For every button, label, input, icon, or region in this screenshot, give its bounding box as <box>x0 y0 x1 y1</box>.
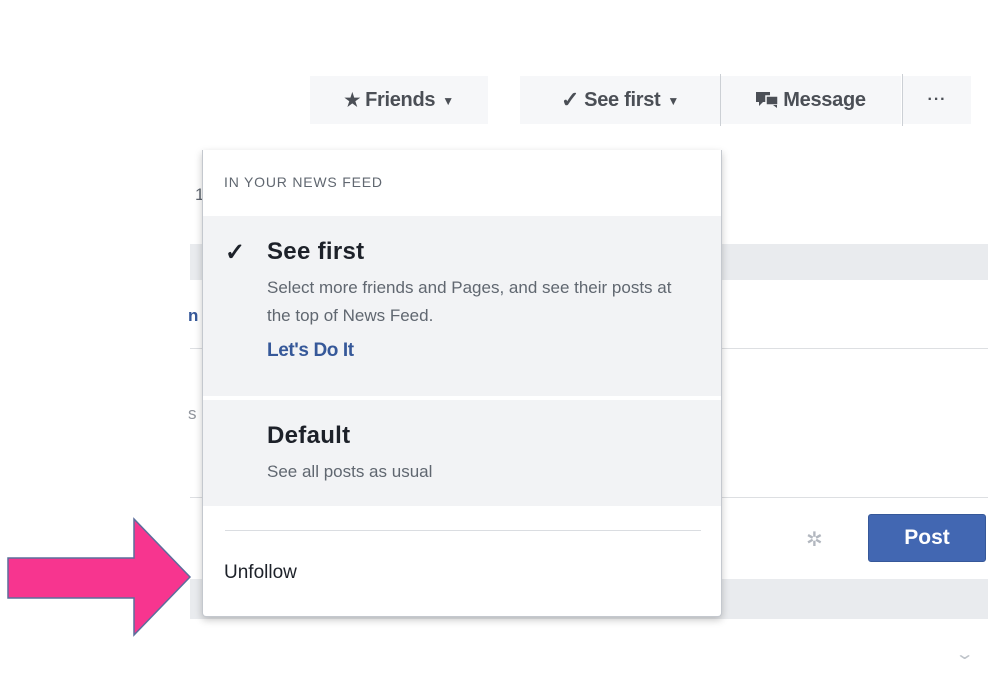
check-icon: ✓ <box>225 239 246 266</box>
news-feed-dropdown: IN YOUR NEWS FEED ✓ See first Select mor… <box>202 150 722 617</box>
check-icon: ✓ <box>561 87 580 112</box>
screenshot-canvas: 1 n s ★ Friends ▼ ✓ See first ▼ Message … <box>0 0 988 680</box>
option-see-first[interactable]: ✓ See first Select more friends and Page… <box>203 216 721 396</box>
post-button[interactable]: Post <box>868 514 986 562</box>
more-icon: ··· <box>927 91 947 108</box>
chat-icon <box>756 92 779 108</box>
background-link-fragment: n <box>188 306 199 325</box>
unfollow-item[interactable]: Unfollow <box>224 562 297 584</box>
see-first-button-label: See first <box>584 88 661 111</box>
option-see-first-title: See first <box>267 238 365 265</box>
option-default-title: Default <box>267 422 351 449</box>
caret-down-icon: ▼ <box>442 94 454 108</box>
see-first-button[interactable]: ✓ See first ▼ <box>520 76 720 124</box>
gear-icon[interactable]: ✲ <box>806 527 823 552</box>
caret-down-icon: ▼ <box>667 94 679 108</box>
post-button-label: Post <box>904 526 950 549</box>
lets-do-it-link[interactable]: Let's Do It <box>267 340 354 362</box>
chevron-down-icon[interactable]: ⌄ <box>955 644 975 664</box>
dropdown-separator <box>225 530 701 531</box>
friends-button-label: Friends <box>365 88 436 111</box>
option-default[interactable]: Default See all posts as usual <box>203 400 721 506</box>
message-button-label: Message <box>783 88 866 111</box>
option-default-description: See all posts as usual <box>267 462 433 481</box>
annotation-arrow <box>7 517 192 637</box>
star-icon: ★ <box>344 89 361 110</box>
message-button[interactable]: Message <box>721 76 901 124</box>
background-text-fragment: s <box>188 404 197 423</box>
friends-button[interactable]: ★ Friends ▼ <box>310 76 488 124</box>
more-options-button[interactable]: ··· <box>903 76 971 124</box>
option-see-first-description: Select more friends and Pages, and see t… <box>267 278 672 325</box>
dropdown-header: IN YOUR NEWS FEED <box>224 174 383 190</box>
